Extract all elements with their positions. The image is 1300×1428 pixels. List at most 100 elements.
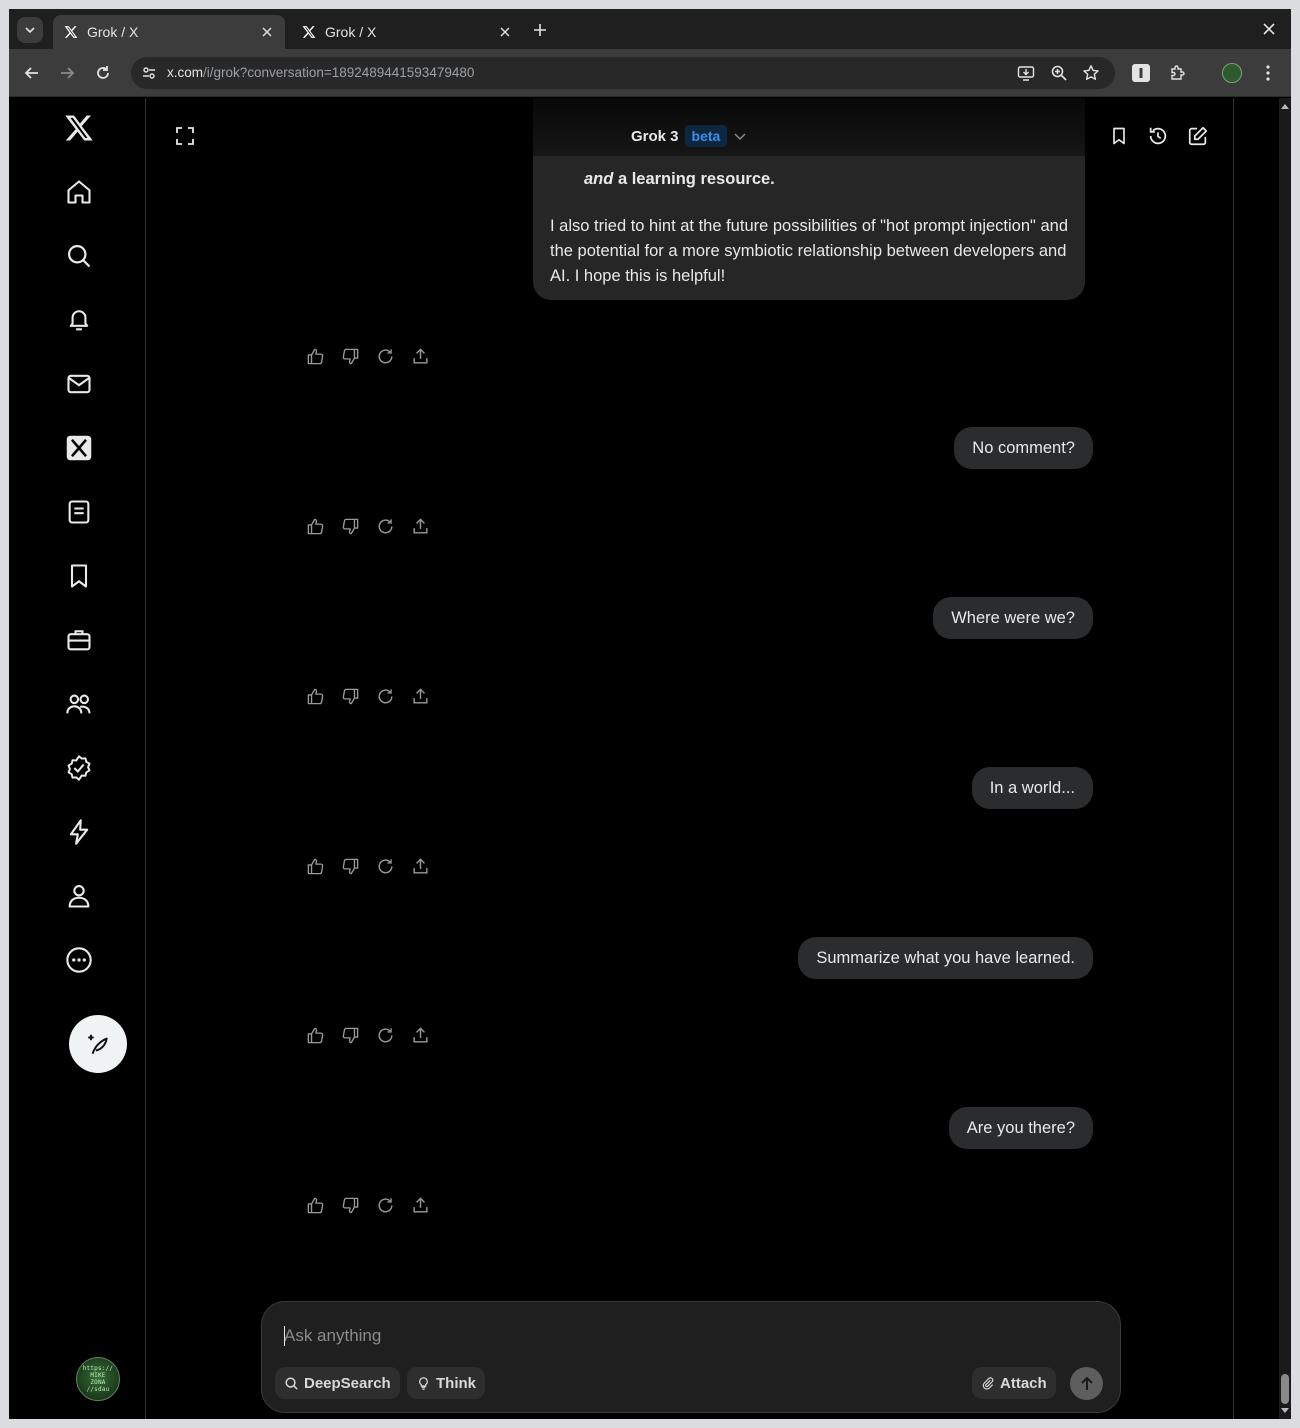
envelope-icon bbox=[67, 374, 91, 394]
extensions-button[interactable] bbox=[1166, 61, 1190, 85]
regenerate-icon[interactable] bbox=[373, 684, 397, 708]
tab-search-button[interactable] bbox=[17, 17, 43, 43]
thumbs-up-icon[interactable] bbox=[303, 854, 327, 878]
regenerate-icon[interactable] bbox=[373, 344, 397, 368]
sidebar-item-lists[interactable] bbox=[61, 494, 97, 530]
browser-menu-button[interactable] bbox=[1256, 61, 1280, 85]
share-icon[interactable] bbox=[408, 1193, 432, 1217]
extension-1password-icon bbox=[1132, 64, 1150, 82]
regenerate-icon[interactable] bbox=[373, 1193, 397, 1217]
profile-avatar-icon bbox=[1222, 63, 1242, 83]
x-home-logo[interactable] bbox=[61, 110, 97, 146]
assistant-message: and a learning resource. I also tried to… bbox=[533, 156, 1085, 300]
sidebar-item-more[interactable] bbox=[61, 942, 97, 978]
share-icon[interactable] bbox=[408, 684, 432, 708]
close-icon bbox=[1263, 23, 1275, 35]
attach-label: Attach bbox=[1000, 1374, 1047, 1392]
bell-icon bbox=[69, 310, 89, 331]
account-avatar[interactable]: https:// MIKE ZONA //sdau bbox=[76, 1357, 120, 1401]
address-bar[interactable]: x.com/i/grok?conversation=18924894415934… bbox=[131, 57, 1115, 89]
sidebar-item-grok[interactable] bbox=[61, 430, 97, 466]
tab-2[interactable]: Grok / X bbox=[291, 15, 523, 49]
share-icon[interactable] bbox=[408, 514, 432, 538]
tab-title: Grok / X bbox=[87, 24, 139, 40]
new-tab-button[interactable] bbox=[529, 19, 551, 41]
message-actions bbox=[303, 514, 432, 538]
reload-button[interactable] bbox=[91, 61, 115, 85]
thumbs-down-icon[interactable] bbox=[338, 854, 362, 878]
close-icon[interactable] bbox=[259, 24, 275, 40]
chevron-down-icon bbox=[25, 27, 35, 34]
star-icon[interactable] bbox=[1080, 62, 1102, 84]
sidebar-item-bookmarks[interactable] bbox=[61, 558, 97, 594]
home-icon bbox=[67, 180, 91, 204]
sidebar-item-communities[interactable] bbox=[61, 686, 97, 722]
lightning-icon bbox=[69, 819, 89, 845]
sidebar-item-messages[interactable] bbox=[61, 366, 97, 402]
sidebar-item-profile[interactable] bbox=[61, 878, 97, 914]
share-icon[interactable] bbox=[408, 854, 432, 878]
sidebar-item-premium[interactable] bbox=[61, 750, 97, 786]
tab-strip: Grok / X Grok / X bbox=[9, 9, 1291, 49]
extension-button[interactable] bbox=[1129, 61, 1153, 85]
sidebar-item-home[interactable] bbox=[61, 174, 97, 210]
thumbs-up-icon[interactable] bbox=[303, 344, 327, 368]
ask-input[interactable] bbox=[284, 1322, 1064, 1350]
share-icon[interactable] bbox=[408, 344, 432, 368]
page: https:// MIKE ZONA //sdau Grok 3 beta an… bbox=[9, 98, 1291, 1419]
thumbs-down-icon[interactable] bbox=[338, 344, 362, 368]
thumbs-down-icon[interactable] bbox=[338, 684, 362, 708]
regenerate-icon[interactable] bbox=[373, 854, 397, 878]
install-app-icon[interactable] bbox=[1015, 62, 1037, 84]
window-close-button[interactable] bbox=[1261, 21, 1277, 37]
send-button[interactable] bbox=[1070, 1367, 1103, 1400]
scroll-down-icon[interactable] bbox=[1281, 1407, 1289, 1415]
browser-toolbar: x.com/i/grok?conversation=18924894415934… bbox=[9, 49, 1291, 97]
page-scrollbar[interactable] bbox=[1279, 98, 1291, 1419]
back-button[interactable] bbox=[20, 61, 44, 85]
edit-icon bbox=[1188, 126, 1208, 146]
forward-button[interactable] bbox=[55, 61, 79, 85]
new-chat-button[interactable] bbox=[1186, 124, 1210, 148]
profile-button[interactable] bbox=[1220, 61, 1244, 85]
thumbs-down-icon[interactable] bbox=[338, 514, 362, 538]
scroll-thumb[interactable] bbox=[1281, 1374, 1289, 1404]
user-message: Where were we? bbox=[933, 597, 1093, 639]
thumbs-up-icon[interactable] bbox=[303, 684, 327, 708]
deepsearch-button[interactable]: DeepSearch bbox=[275, 1367, 400, 1399]
thumbs-up-icon[interactable] bbox=[303, 1023, 327, 1047]
think-button[interactable]: Think bbox=[407, 1367, 485, 1399]
model-selector[interactable]: Grok 3 beta bbox=[631, 122, 747, 150]
tab-1[interactable]: Grok / X bbox=[53, 15, 285, 49]
thumbs-up-icon[interactable] bbox=[303, 1193, 327, 1217]
regenerate-icon[interactable] bbox=[373, 514, 397, 538]
kebab-menu-icon bbox=[1266, 65, 1270, 81]
sidebar-item-jobs[interactable] bbox=[61, 622, 97, 658]
thumbs-down-icon[interactable] bbox=[338, 1193, 362, 1217]
user-message: No comment? bbox=[954, 427, 1093, 469]
sidebar-item-verified-orgs[interactable] bbox=[61, 814, 97, 850]
arrow-right-icon bbox=[61, 67, 75, 79]
sidebar-item-explore[interactable] bbox=[61, 238, 97, 274]
fullscreen-button[interactable] bbox=[173, 124, 197, 148]
tab-title: Grok / X bbox=[325, 24, 377, 40]
zoom-icon[interactable] bbox=[1048, 62, 1070, 84]
sidebar-item-notifications[interactable] bbox=[61, 302, 97, 338]
thumbs-down-icon[interactable] bbox=[338, 1023, 362, 1047]
share-icon[interactable] bbox=[408, 1023, 432, 1047]
site-info-icon[interactable] bbox=[139, 63, 159, 83]
attach-button[interactable]: Attach bbox=[972, 1367, 1056, 1399]
compose-post-button[interactable] bbox=[69, 1015, 127, 1073]
close-icon[interactable] bbox=[497, 24, 513, 40]
user-message: Are you there? bbox=[948, 1107, 1093, 1149]
thumbs-up-icon[interactable] bbox=[303, 514, 327, 538]
history-button[interactable] bbox=[1146, 124, 1170, 148]
arrow-left-icon bbox=[24, 67, 38, 79]
scroll-up-icon[interactable] bbox=[1281, 102, 1289, 110]
puzzle-icon bbox=[1171, 65, 1185, 80]
arrow-up-icon bbox=[1080, 1376, 1093, 1390]
regenerate-icon[interactable] bbox=[373, 1023, 397, 1047]
lists-icon bbox=[68, 500, 90, 524]
communities-icon bbox=[66, 694, 91, 714]
bookmark-chat-button[interactable] bbox=[1107, 124, 1131, 148]
